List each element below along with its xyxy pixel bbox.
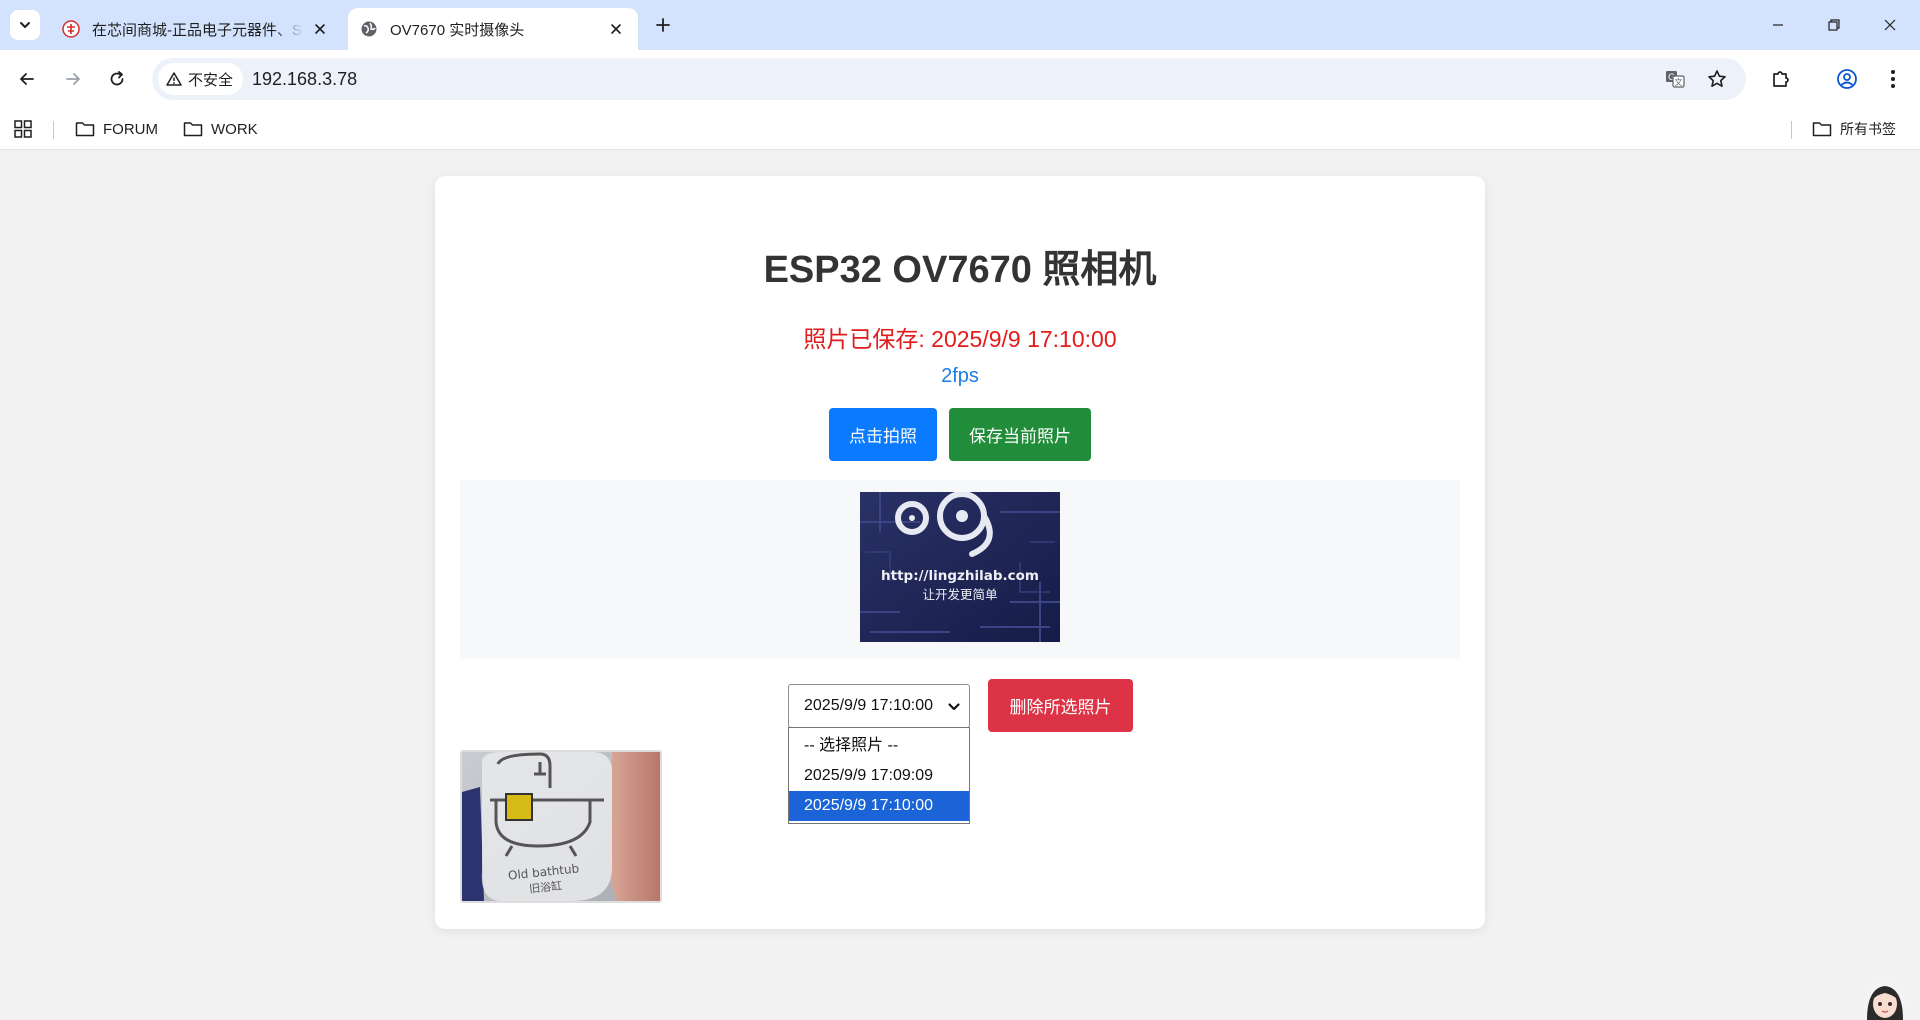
more-vertical-icon: [1891, 70, 1895, 88]
puzzle-icon: [1773, 71, 1789, 87]
bookmark-star-button[interactable]: [1702, 64, 1732, 94]
tab-shop[interactable]: 在芯间商城-正品电子元器件、S: [50, 8, 342, 50]
close-window-button[interactable]: [1862, 0, 1918, 50]
bookmarks-divider: [1791, 121, 1792, 139]
minimize-button[interactable]: [1750, 0, 1806, 50]
svg-text:文: 文: [1675, 77, 1683, 87]
address-bar[interactable]: 不安全 192.168.3.78 G文: [152, 58, 1746, 100]
translate-button[interactable]: G文: [1660, 64, 1690, 94]
profile-button[interactable]: [1830, 62, 1864, 96]
minimize-icon: [1773, 24, 1783, 26]
shop-logo-icon: [62, 20, 80, 38]
photo-select-dropdown: -- 选择照片 -- 2025/9/9 17:09:09 2025/9/9 17…: [788, 727, 970, 824]
bookmarks-divider: [53, 121, 54, 139]
reload-button[interactable]: [100, 62, 134, 96]
site-security-chip[interactable]: 不安全: [158, 63, 244, 95]
bookmark-folder-work[interactable]: WORK: [183, 108, 258, 150]
close-icon: [1884, 19, 1896, 31]
close-tab-icon[interactable]: [310, 19, 330, 39]
tab-search-button[interactable]: [10, 10, 40, 40]
back-button[interactable]: [10, 62, 44, 96]
tab-title: OV7670 实时摄像头: [390, 21, 525, 39]
warning-triangle-icon: [166, 72, 182, 86]
status-prefix: 照片已保存:: [803, 326, 932, 352]
translate-icon: G文: [1666, 71, 1685, 88]
arrow-left-icon: [20, 73, 34, 85]
bookmark-label: WORK: [211, 120, 258, 138]
photo-option[interactable]: -- 选择照片 --: [789, 731, 969, 761]
all-bookmarks-label: 所有书签: [1840, 121, 1896, 137]
star-icon: [1708, 70, 1726, 87]
bookmarks-bar: FORUM WORK 所有书签: [0, 108, 1920, 150]
saved-photo-thumbnail[interactable]: Old bathtub 旧浴缸: [460, 750, 662, 903]
live-camera-image: http://lingzhilab.com 让开发更简单: [860, 492, 1060, 642]
camera-card: ESP32 OV7670 照相机 照片已保存: 2025/9/9 17:10:0…: [435, 176, 1485, 929]
extensions-button[interactable]: [1764, 62, 1798, 96]
bookmark-label: FORUM: [103, 120, 158, 138]
tab-camera[interactable]: OV7670 实时摄像头: [348, 8, 638, 50]
restore-icon: [1828, 19, 1840, 31]
restore-button[interactable]: [1806, 0, 1862, 50]
photo-option[interactable]: 2025/9/9 17:09:09: [789, 761, 969, 791]
folder-icon: [1812, 122, 1832, 137]
chevron-down-icon: [20, 22, 30, 28]
close-tab-icon[interactable]: [606, 19, 626, 39]
browser-toolbar: 不安全 192.168.3.78 G文: [0, 50, 1920, 108]
photo-option-highlighted[interactable]: 2025/9/9 17:10:00: [789, 791, 969, 821]
tab-title: 在芯间商城-正品电子元器件、S: [92, 21, 303, 39]
globe-icon: [360, 20, 378, 38]
capture-button[interactable]: 点击拍照: [829, 408, 937, 461]
photo-select[interactable]: 2025/9/9 17:10:00: [788, 684, 970, 728]
page-title: ESP32 OV7670 照相机: [763, 249, 1157, 291]
menu-button[interactable]: [1876, 62, 1910, 96]
folder-icon: [75, 122, 95, 137]
apps-button[interactable]: [14, 108, 40, 150]
save-status: 照片已保存: 2025/9/9 17:10:00: [435, 320, 1485, 354]
plus-icon: [656, 18, 670, 32]
chevron-down-icon: [948, 703, 960, 711]
fps-indicator: 2fps: [941, 365, 979, 387]
new-tab-button[interactable]: [650, 12, 676, 38]
save-photo-button[interactable]: 保存当前照片: [949, 408, 1091, 461]
profile-icon: [1837, 69, 1857, 89]
status-time: 2025/9/9 17:10:00: [931, 326, 1117, 352]
tab-strip: 在芯间商城-正品电子元器件、S OV7670 实时摄像头: [0, 0, 1920, 50]
folder-icon: [183, 122, 203, 137]
all-bookmarks-button[interactable]: 所有书签: [1812, 108, 1896, 150]
url-text[interactable]: 192.168.3.78: [252, 58, 357, 100]
reload-icon: [110, 71, 124, 86]
apps-grid-icon: [14, 120, 32, 138]
delete-photo-button[interactable]: 删除所选照片: [988, 679, 1133, 732]
live-image-slogan: 让开发更简单: [922, 587, 997, 602]
live-image-url-text: http://lingzhilab.com: [881, 568, 1039, 584]
arrow-right-icon: [66, 73, 80, 85]
assistant-avatar-icon[interactable]: [1858, 974, 1912, 1020]
forward-button[interactable]: [56, 62, 90, 96]
bookmark-folder-forum[interactable]: FORUM: [75, 108, 158, 150]
photo-select-value: 2025/9/9 17:10:00: [804, 697, 934, 714]
live-preview-area: http://lingzhilab.com 让开发更简单: [460, 480, 1460, 659]
security-label: 不安全: [188, 71, 234, 89]
